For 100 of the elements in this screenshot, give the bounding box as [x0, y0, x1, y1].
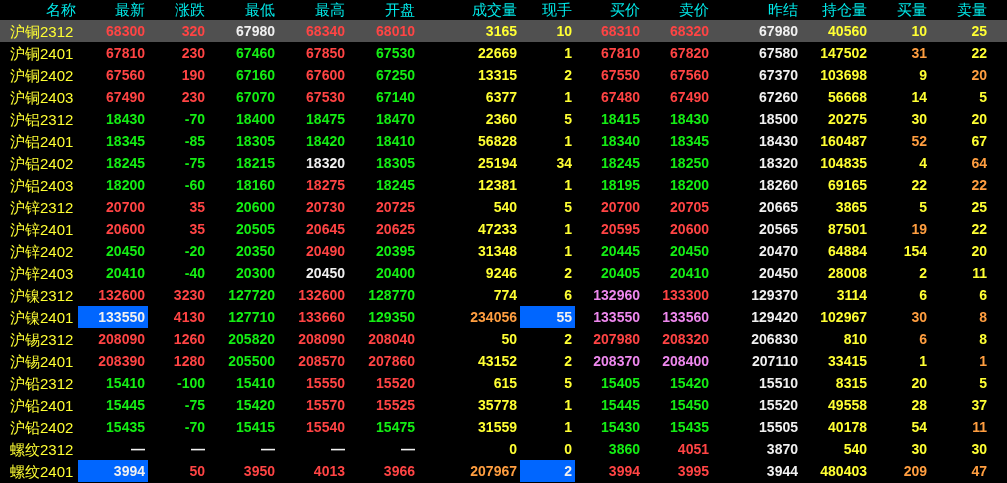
cell-value: 1	[564, 397, 572, 413]
table-row[interactable]: 沪锌2402 20450 -20 20350 20490 20395 31348 1 20445 20450 20470 64884 154 20	[0, 240, 1007, 262]
cell-value: 15450	[670, 397, 709, 413]
cell-value: 67560	[106, 67, 145, 83]
table-row[interactable]: 沪铅2312 15410 -100 15410 15550 15520 615 5 15405 15420 15510 8315 20 5	[0, 372, 1007, 394]
cell-value: 18420	[306, 133, 345, 149]
cell-value: 615	[493, 375, 517, 391]
table-row[interactable]: 沪铝2312 18430 -70 18400 18475 18470 2360 5 18415 18430 18500 20275 30 20	[0, 108, 1007, 130]
cell-value: 22	[971, 221, 987, 237]
table-row[interactable]: 沪铜2401 67810 230 67460 67850 67530 22669 1 67810 67820 67580 147502 31 22	[0, 42, 1007, 64]
cell-value: 4013	[313, 463, 345, 479]
cell-value: 55	[556, 309, 572, 325]
table-row[interactable]: 沪铝2403 18200 -60 18160 18275 18245 12381 1 18195 18200 18260 69165 22 22	[0, 174, 1007, 196]
cell-value: 56668	[828, 89, 867, 105]
cell-value: 31559	[478, 419, 517, 435]
table-row[interactable]: 沪铜2402 67560 190 67160 67600 67250 13315 2 67550 67560 67370 103698 9 20	[0, 64, 1007, 86]
cell-value: -75	[184, 397, 205, 413]
table-row[interactable]: 沪铜2403 67490 230 67070 67530 67140 6377 1 67480 67490 67260 56668 14 5	[0, 86, 1007, 108]
column-header[interactable]: 买量	[870, 0, 930, 20]
cell-value: 206830	[751, 331, 798, 347]
cell-value: 3995	[677, 463, 709, 479]
table-row[interactable]: 沪铜2312 68300 320 67980 68340 68010 3165 10 68310 68320 67980 40560 10 25	[0, 20, 1007, 42]
cell-value: 154	[903, 243, 927, 259]
cell-value: 34	[556, 155, 572, 171]
contract-name: 沪锌2402	[10, 243, 74, 259]
cell-value: 147502	[820, 45, 867, 61]
cell-value: -75	[184, 155, 205, 171]
column-header[interactable]: 买价	[575, 0, 643, 20]
table-row[interactable]: 沪铅2402 15435 -70 15415 15540 15475 31559 1 15430 15435 15505 40178 54 11	[0, 416, 1007, 438]
cell-value: 20730	[306, 199, 345, 215]
column-header[interactable]: 名称	[0, 0, 78, 20]
table-row[interactable]: 螺纹2312 — — — — — 0 0 3860 4051 3870 540 30 30	[0, 438, 1007, 460]
cell-value: 15445	[106, 397, 145, 413]
cell-value: 22	[971, 177, 987, 193]
cell-value: 1	[564, 45, 572, 61]
table-row[interactable]: 沪锌2403 20410 -40 20300 20450 20400 9246 2 20405 20410 20450 28008 2 11	[0, 262, 1007, 284]
cell-value: 207967	[470, 463, 517, 479]
cell-value: 18345	[670, 133, 709, 149]
cell-value: 132960	[593, 287, 640, 303]
column-header[interactable]: 涨跌	[148, 0, 208, 20]
cell-value: 1280	[173, 353, 205, 369]
cell-value: 132600	[298, 287, 345, 303]
table-row[interactable]: 沪锡2401 208390 1280 205500 208570 207860 43152 2 208370 208400 207110 33415 1 1	[0, 350, 1007, 372]
table-row[interactable]: 螺纹2401 3994 50 3950 4013 3966 207967 2 3994 3995 3944 480403 209 47	[0, 460, 1007, 482]
cell-value: 15550	[306, 375, 345, 391]
cell-value: 67460	[236, 45, 275, 61]
table-row[interactable]: 沪铝2402 18245 -75 18215 18320 18305 25194 34 18245 18250 18320 104835 4 64	[0, 152, 1007, 174]
cell-value: 102967	[820, 309, 867, 325]
column-header[interactable]: 昨结	[712, 0, 801, 20]
cell-value: 3860	[608, 441, 640, 457]
table-row[interactable]: 沪镍2312 132600 3230 127720 132600 128770 774 6 132960 133300 129370 3114 6 6	[0, 284, 1007, 306]
column-header[interactable]: 开盘	[348, 0, 418, 20]
contract-name: 螺纹2401	[10, 463, 74, 479]
cell-value: 3994	[113, 463, 145, 479]
column-header[interactable]: 最高	[278, 0, 348, 20]
contract-name: 沪铜2312	[10, 23, 74, 39]
table-row[interactable]: 沪锌2401 20600 35 20505 20645 20625 47233 1 20595 20600 20565 87501 19 22	[0, 218, 1007, 240]
table-row[interactable]: 沪锡2312 208090 1260 205820 208090 208040 50 2 207980 208320 206830 810 6 8	[0, 328, 1007, 350]
cell-value: 3165	[485, 23, 517, 39]
cell-value: 64884	[828, 243, 867, 259]
cell-value: 20350	[236, 243, 275, 259]
cell-value: 18430	[106, 111, 145, 127]
cell-value: 774	[493, 287, 517, 303]
table-row[interactable]: 沪铅2401 15445 -75 15420 15570 15525 35778 1 15445 15450 15520 49558 28 37	[0, 394, 1007, 416]
cell-value: 20410	[106, 265, 145, 281]
cell-value: 1	[564, 177, 572, 193]
cell-value: 54	[911, 419, 927, 435]
cell-value: 40560	[828, 23, 867, 39]
cell-value: 20300	[236, 265, 275, 281]
cell-value: 208400	[662, 353, 709, 369]
cell-value: 208040	[368, 331, 415, 347]
contract-name: 沪锌2403	[10, 265, 74, 281]
cell-value: 18260	[759, 177, 798, 193]
cell-value: 20600	[106, 221, 145, 237]
cell-value: 18200	[670, 177, 709, 193]
cell-value: 0	[564, 441, 572, 457]
cell-value: 15415	[236, 419, 275, 435]
column-header[interactable]: 最新	[78, 0, 148, 20]
table-row[interactable]: 沪镍2401 133550 4130 127710 133660 129350 234056 55 133550 133560 129420 102967 30 8	[0, 306, 1007, 328]
cell-value: -70	[184, 111, 205, 127]
column-header[interactable]: 卖量	[930, 0, 990, 20]
column-header[interactable]: 现手	[520, 0, 575, 20]
column-header[interactable]: 最低	[208, 0, 278, 20]
column-header[interactable]: 成交量	[418, 0, 520, 20]
cell-value: 15435	[106, 419, 145, 435]
table-row[interactable]: 沪锌2312 20700 35 20600 20730 20725 540 5 20700 20705 20665 3865 5 25	[0, 196, 1007, 218]
cell-value: 6377	[485, 89, 517, 105]
column-header[interactable]: 卖价	[643, 0, 712, 20]
cell-value: 20625	[376, 221, 415, 237]
cell-value: 320	[181, 23, 205, 39]
cell-value: 10	[556, 23, 572, 39]
cell-value: 20405	[601, 265, 640, 281]
cell-value: 20595	[601, 221, 640, 237]
cell-value: 190	[181, 67, 205, 83]
cell-value: 68300	[106, 23, 145, 39]
cell-value: 12381	[478, 177, 517, 193]
cell-value: 67560	[670, 67, 709, 83]
column-header[interactable]: 持仓量	[801, 0, 870, 20]
table-row[interactable]: 沪铝2401 18345 -85 18305 18420 18410 56828 1 18340 18345 18430 160487 52 67	[0, 130, 1007, 152]
cell-value: 52	[911, 133, 927, 149]
